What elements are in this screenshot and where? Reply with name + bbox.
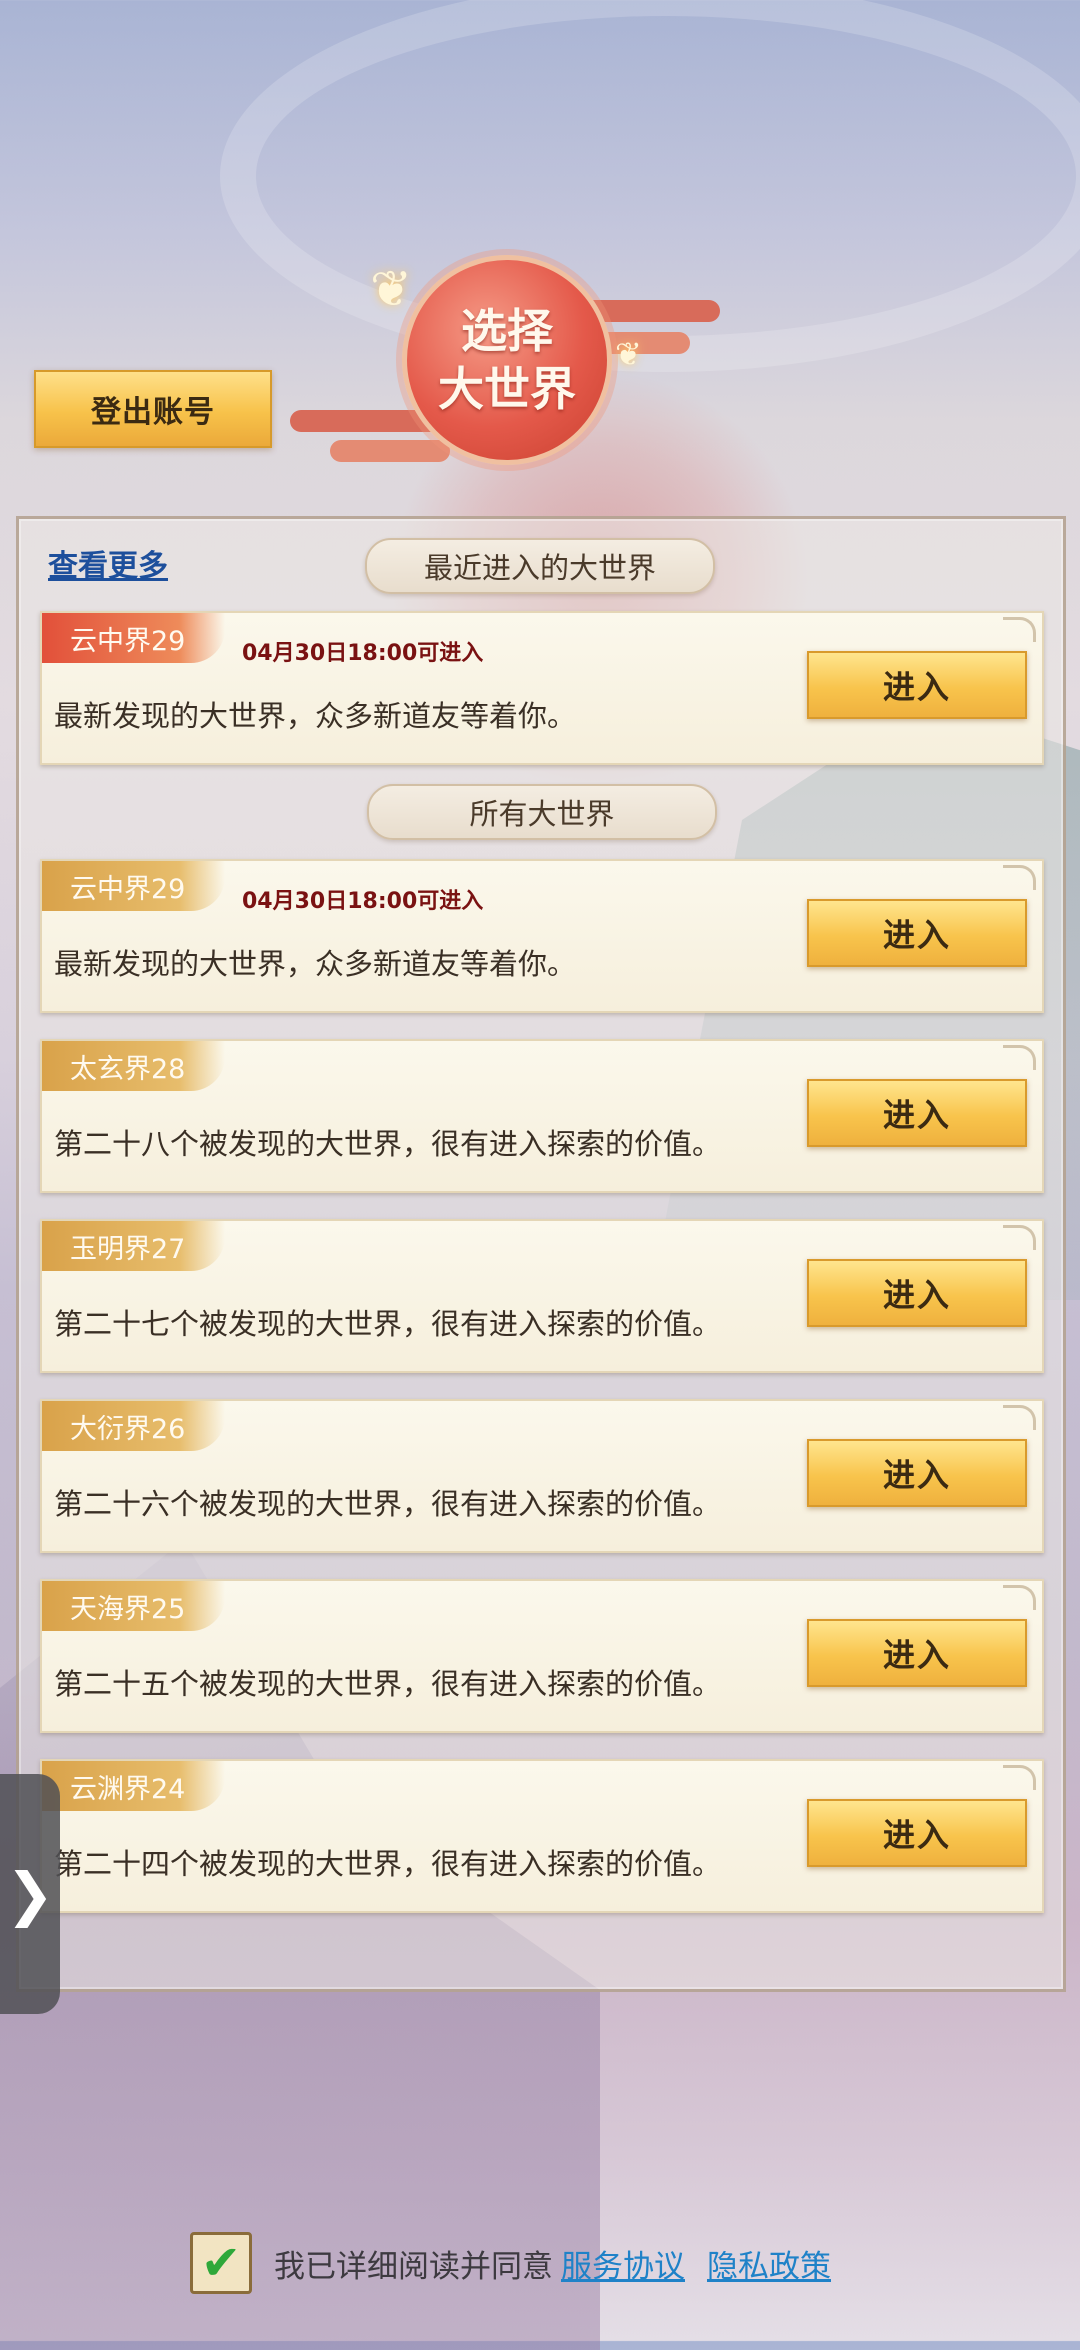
world-description: 第二十四个被发现的大世界，很有进入探索的价值。: [54, 1847, 722, 1881]
world-description: 最新发现的大世界，众多新道友等着你。: [54, 947, 577, 981]
scroll-curl-ornament: [1003, 865, 1036, 890]
world-card-recent: 云中界29 04月30日18:00可进入 最新发现的大世界，众多新道友等着你。 …: [40, 611, 1044, 765]
agreement-row: ✔ 我已详细阅读并同意 服务协议 隐私政策: [190, 2232, 831, 2294]
scroll-curl-ornament: [1003, 1585, 1036, 1610]
world-name-tag: 云渊界24: [42, 1761, 226, 1811]
world-description: 第二十六个被发现的大世界，很有进入探索的价值。: [54, 1487, 722, 1521]
agree-text: 我已详细阅读并同意: [274, 2248, 553, 2285]
world-name-tag: 太玄界28: [42, 1041, 226, 1091]
world-name-tag: 大衍界26: [42, 1401, 226, 1451]
world-name-tag: 玉明界27: [42, 1221, 226, 1271]
emblem-cloud-left-2: [330, 440, 450, 462]
emblem-title-line1: 选择: [461, 304, 553, 358]
enter-button[interactable]: 进入: [807, 651, 1027, 719]
enter-button[interactable]: 进入: [807, 1079, 1027, 1147]
world-card: 云渊界24 第二十四个被发现的大世界，很有进入探索的价值。 进入: [40, 1759, 1044, 1913]
open-time-text: 04月30日18:00可进入: [242, 889, 484, 914]
world-card: 太玄界28 第二十八个被发现的大世界，很有进入探索的价值。 进入: [40, 1039, 1044, 1193]
scroll-curl-ornament: [1003, 1225, 1036, 1250]
checkmark-icon: ✔: [200, 2235, 242, 2291]
world-card: 天海界25 第二十五个被发现的大世界，很有进入探索的价值。 进入: [40, 1579, 1044, 1733]
scroll-curl-ornament: [1003, 1405, 1036, 1430]
world-description: 第二十七个被发现的大世界，很有进入探索的价值。: [54, 1307, 722, 1341]
enter-button[interactable]: 进入: [807, 1259, 1027, 1327]
privacy-policy-link[interactable]: 隐私政策: [707, 2241, 831, 2286]
world-name-tag: 云中界29: [42, 613, 226, 663]
scroll-curl-ornament: [1003, 1045, 1036, 1070]
world-description: 最新发现的大世界，众多新道友等着你。: [54, 699, 577, 733]
emblem-title-line2: 大世界: [438, 362, 576, 416]
world-name-tag: 云中界29: [42, 861, 226, 911]
select-world-emblem: 选择 大世界 ❦ ❦: [230, 240, 750, 510]
world-card: 云中界29 04月30日18:00可进入 最新发现的大世界，众多新道友等着你。 …: [40, 859, 1044, 1013]
world-description: 第二十五个被发现的大世界，很有进入探索的价值。: [54, 1667, 722, 1701]
world-description: 第二十八个被发现的大世界，很有进入探索的价值。: [54, 1127, 722, 1161]
all-worlds-title: 所有大世界: [367, 784, 717, 840]
chevron-right-icon: ❯: [5, 1860, 55, 1928]
butterfly-icon: ❦: [370, 260, 412, 318]
enter-button[interactable]: 进入: [807, 1799, 1027, 1867]
scroll-curl-ornament: [1003, 617, 1036, 642]
enter-button[interactable]: 进入: [807, 1619, 1027, 1687]
world-name-tag: 天海界25: [42, 1581, 226, 1631]
recent-worlds-title: 最近进入的大世界: [365, 538, 715, 594]
open-time-text: 04月30日18:00可进入: [242, 641, 484, 666]
world-card: 大衍界26 第二十六个被发现的大世界，很有进入探索的价值。 进入: [40, 1399, 1044, 1553]
world-card: 玉明界27 第二十七个被发现的大世界，很有进入探索的价值。 进入: [40, 1219, 1044, 1373]
enter-button[interactable]: 进入: [807, 899, 1027, 967]
butterfly-icon: ❦: [615, 335, 642, 373]
side-drawer-tab[interactable]: ❯: [0, 1774, 60, 2014]
see-more-link[interactable]: 查看更多: [48, 541, 168, 585]
scroll-curl-ornament: [1003, 1765, 1036, 1790]
service-agreement-link[interactable]: 服务协议: [561, 2241, 685, 2286]
emblem-disc: 选择 大世界: [402, 255, 612, 465]
enter-button[interactable]: 进入: [807, 1439, 1027, 1507]
agree-checkbox[interactable]: ✔: [190, 2232, 252, 2294]
